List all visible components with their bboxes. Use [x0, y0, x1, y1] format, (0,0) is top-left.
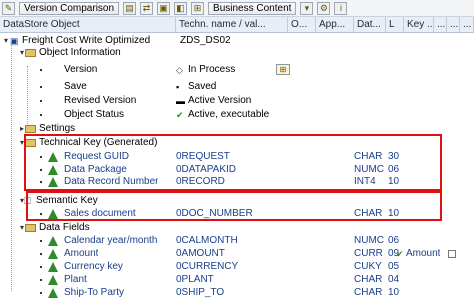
settings-icon[interactable]: ⚙ — [317, 1, 331, 15]
bullet-icon — [40, 279, 42, 281]
field-length: 10 — [388, 287, 400, 298]
tree-row-save[interactable]: Save ▪ Saved — [0, 81, 474, 93]
field-length: 05 — [388, 261, 400, 272]
tree-row-data-fields[interactable]: ▾ Data Fields — [0, 222, 474, 234]
infoobject-icon — [48, 288, 58, 298]
transfer-icon[interactable]: ⇄ — [140, 1, 154, 15]
col-extra-3[interactable]: ... — [460, 17, 474, 32]
field-tech-name: 0AMOUNT — [176, 248, 225, 259]
bullet-icon — [40, 292, 42, 294]
revised-version-value: Active Version — [188, 95, 252, 106]
version-value: In Process — [188, 64, 236, 75]
field-tech-name: 0PLANT — [176, 274, 214, 285]
col-app[interactable]: App... — [316, 17, 354, 32]
table-row[interactable]: Plant 0PLANT CHAR 04 — [0, 274, 474, 286]
save-value: Saved — [188, 81, 217, 92]
business-content-button[interactable]: Business Content — [208, 1, 297, 15]
table-row[interactable]: Calendar year/month 0CALMONTH NUMC 06 — [0, 235, 474, 247]
where-used-icon[interactable]: ⊞ — [191, 1, 205, 15]
toolbar: ✎ Version Comparison ▤ ⇄ ▣ ◧ ⊞ Business … — [0, 0, 474, 17]
field-data-type: CURR — [354, 248, 383, 259]
bullet-icon — [40, 100, 42, 102]
collapse-icon[interactable]: ▾ — [2, 37, 10, 45]
field-tech-name: 0SHIP_TO — [176, 287, 225, 298]
infoobject-icon — [48, 275, 58, 285]
version-label: Version — [64, 64, 98, 75]
bullet-icon — [40, 240, 42, 242]
dropdown-icon[interactable]: ▾ — [300, 1, 314, 15]
tree-row-object-status[interactable]: Object Status ✔ Active, executable — [0, 109, 474, 121]
highlight-semantic-key — [26, 191, 442, 221]
tree-row-version[interactable]: Version ◇ In Process ⊞ — [0, 64, 474, 76]
info-icon[interactable]: i — [334, 1, 348, 15]
field-tech-name: 0CURRENCY — [176, 261, 239, 272]
bullet-icon — [40, 266, 42, 268]
col-extra-2[interactable]: ... — [447, 17, 460, 32]
data-fields-label: Data Fields — [39, 222, 90, 233]
table-row[interactable]: Amount 0AMOUNT CURR 09 ✔ Amount — [0, 248, 474, 260]
col-length[interactable]: L — [386, 17, 404, 32]
activate-icon[interactable]: ⊞ — [276, 64, 290, 75]
revised-version-label: Revised Version — [64, 95, 137, 106]
field-data-type: CHAR — [354, 274, 383, 285]
field-label: Calendar year/month — [64, 235, 158, 246]
field-data-type: NUMC — [354, 235, 384, 246]
col-extra-1[interactable]: ... — [434, 17, 447, 32]
tree-row-object-information[interactable]: ▾ Object Information — [0, 47, 474, 59]
bullet-icon — [40, 69, 42, 71]
col-datastore-object[interactable]: DataStore Object — [0, 17, 176, 32]
root-tech-name: ZDS_DS02 — [180, 35, 231, 46]
saved-icon: ▪ — [176, 82, 180, 92]
col-techn-name[interactable]: Techn. name / val... — [176, 17, 288, 32]
field-label: Amount — [64, 248, 99, 259]
field-data-type: CHAR — [354, 287, 383, 298]
column-header: DataStore Object Techn. name / val... O.… — [0, 17, 474, 33]
col-o[interactable]: O... — [288, 17, 316, 32]
object-status-label: Object Status — [64, 109, 125, 120]
field-label: Plant — [64, 274, 87, 285]
bullet-icon — [40, 114, 42, 116]
active-version-icon: ▬ — [176, 96, 185, 106]
col-data-type[interactable]: Dat... — [354, 17, 386, 32]
tree-row-revised-version[interactable]: Revised Version ▬ Active Version — [0, 95, 474, 107]
field-key: Amount — [406, 248, 441, 259]
check-icon: ✔ — [176, 110, 184, 120]
edit-icon[interactable]: ✎ — [2, 1, 15, 15]
folder-icon — [25, 125, 36, 133]
truck-icon[interactable]: ▣ — [157, 1, 171, 15]
field-length: 06 — [388, 235, 400, 246]
col-key[interactable]: Key ... — [404, 17, 434, 32]
folder-icon — [25, 49, 36, 57]
check-icon: ✔ — [396, 249, 404, 259]
table-row[interactable]: Currency key 0CURRENCY CUKY 05 — [0, 261, 474, 273]
in-process-icon: ◇ — [176, 65, 183, 75]
aggregation-checkbox[interactable] — [448, 250, 456, 258]
infoobject-icon — [48, 262, 58, 272]
object-information-label: Object Information — [39, 47, 121, 58]
save-label: Save — [64, 81, 87, 92]
version-comparison-button[interactable]: Version Comparison — [19, 1, 120, 15]
field-length: 04 — [388, 274, 400, 285]
datastore-icon: ▣ — [10, 36, 19, 46]
field-tech-name: 0CALMONTH — [176, 235, 238, 246]
collect-icon[interactable]: ◧ — [174, 1, 188, 15]
highlight-technical-key — [24, 134, 442, 191]
folder-icon — [25, 224, 36, 232]
root-label: Freight Cost Write Optimized — [22, 35, 151, 46]
infoobject-icon — [48, 249, 58, 259]
table-row[interactable]: Ship-To Party 0SHIP_TO CHAR 10 — [0, 287, 474, 299]
bullet-icon — [40, 86, 42, 88]
field-label: Currency key — [64, 261, 123, 272]
bullet-icon — [40, 253, 42, 255]
field-label: Ship-To Party — [64, 287, 125, 298]
field-data-type: CUKY — [354, 261, 382, 272]
transport-icon[interactable]: ▤ — [123, 1, 137, 15]
tree-row-root[interactable]: ▾ ▣ Freight Cost Write Optimized ZDS_DS0… — [0, 35, 474, 47]
object-status-value: Active, executable — [188, 109, 270, 120]
infoobject-icon — [48, 236, 58, 246]
